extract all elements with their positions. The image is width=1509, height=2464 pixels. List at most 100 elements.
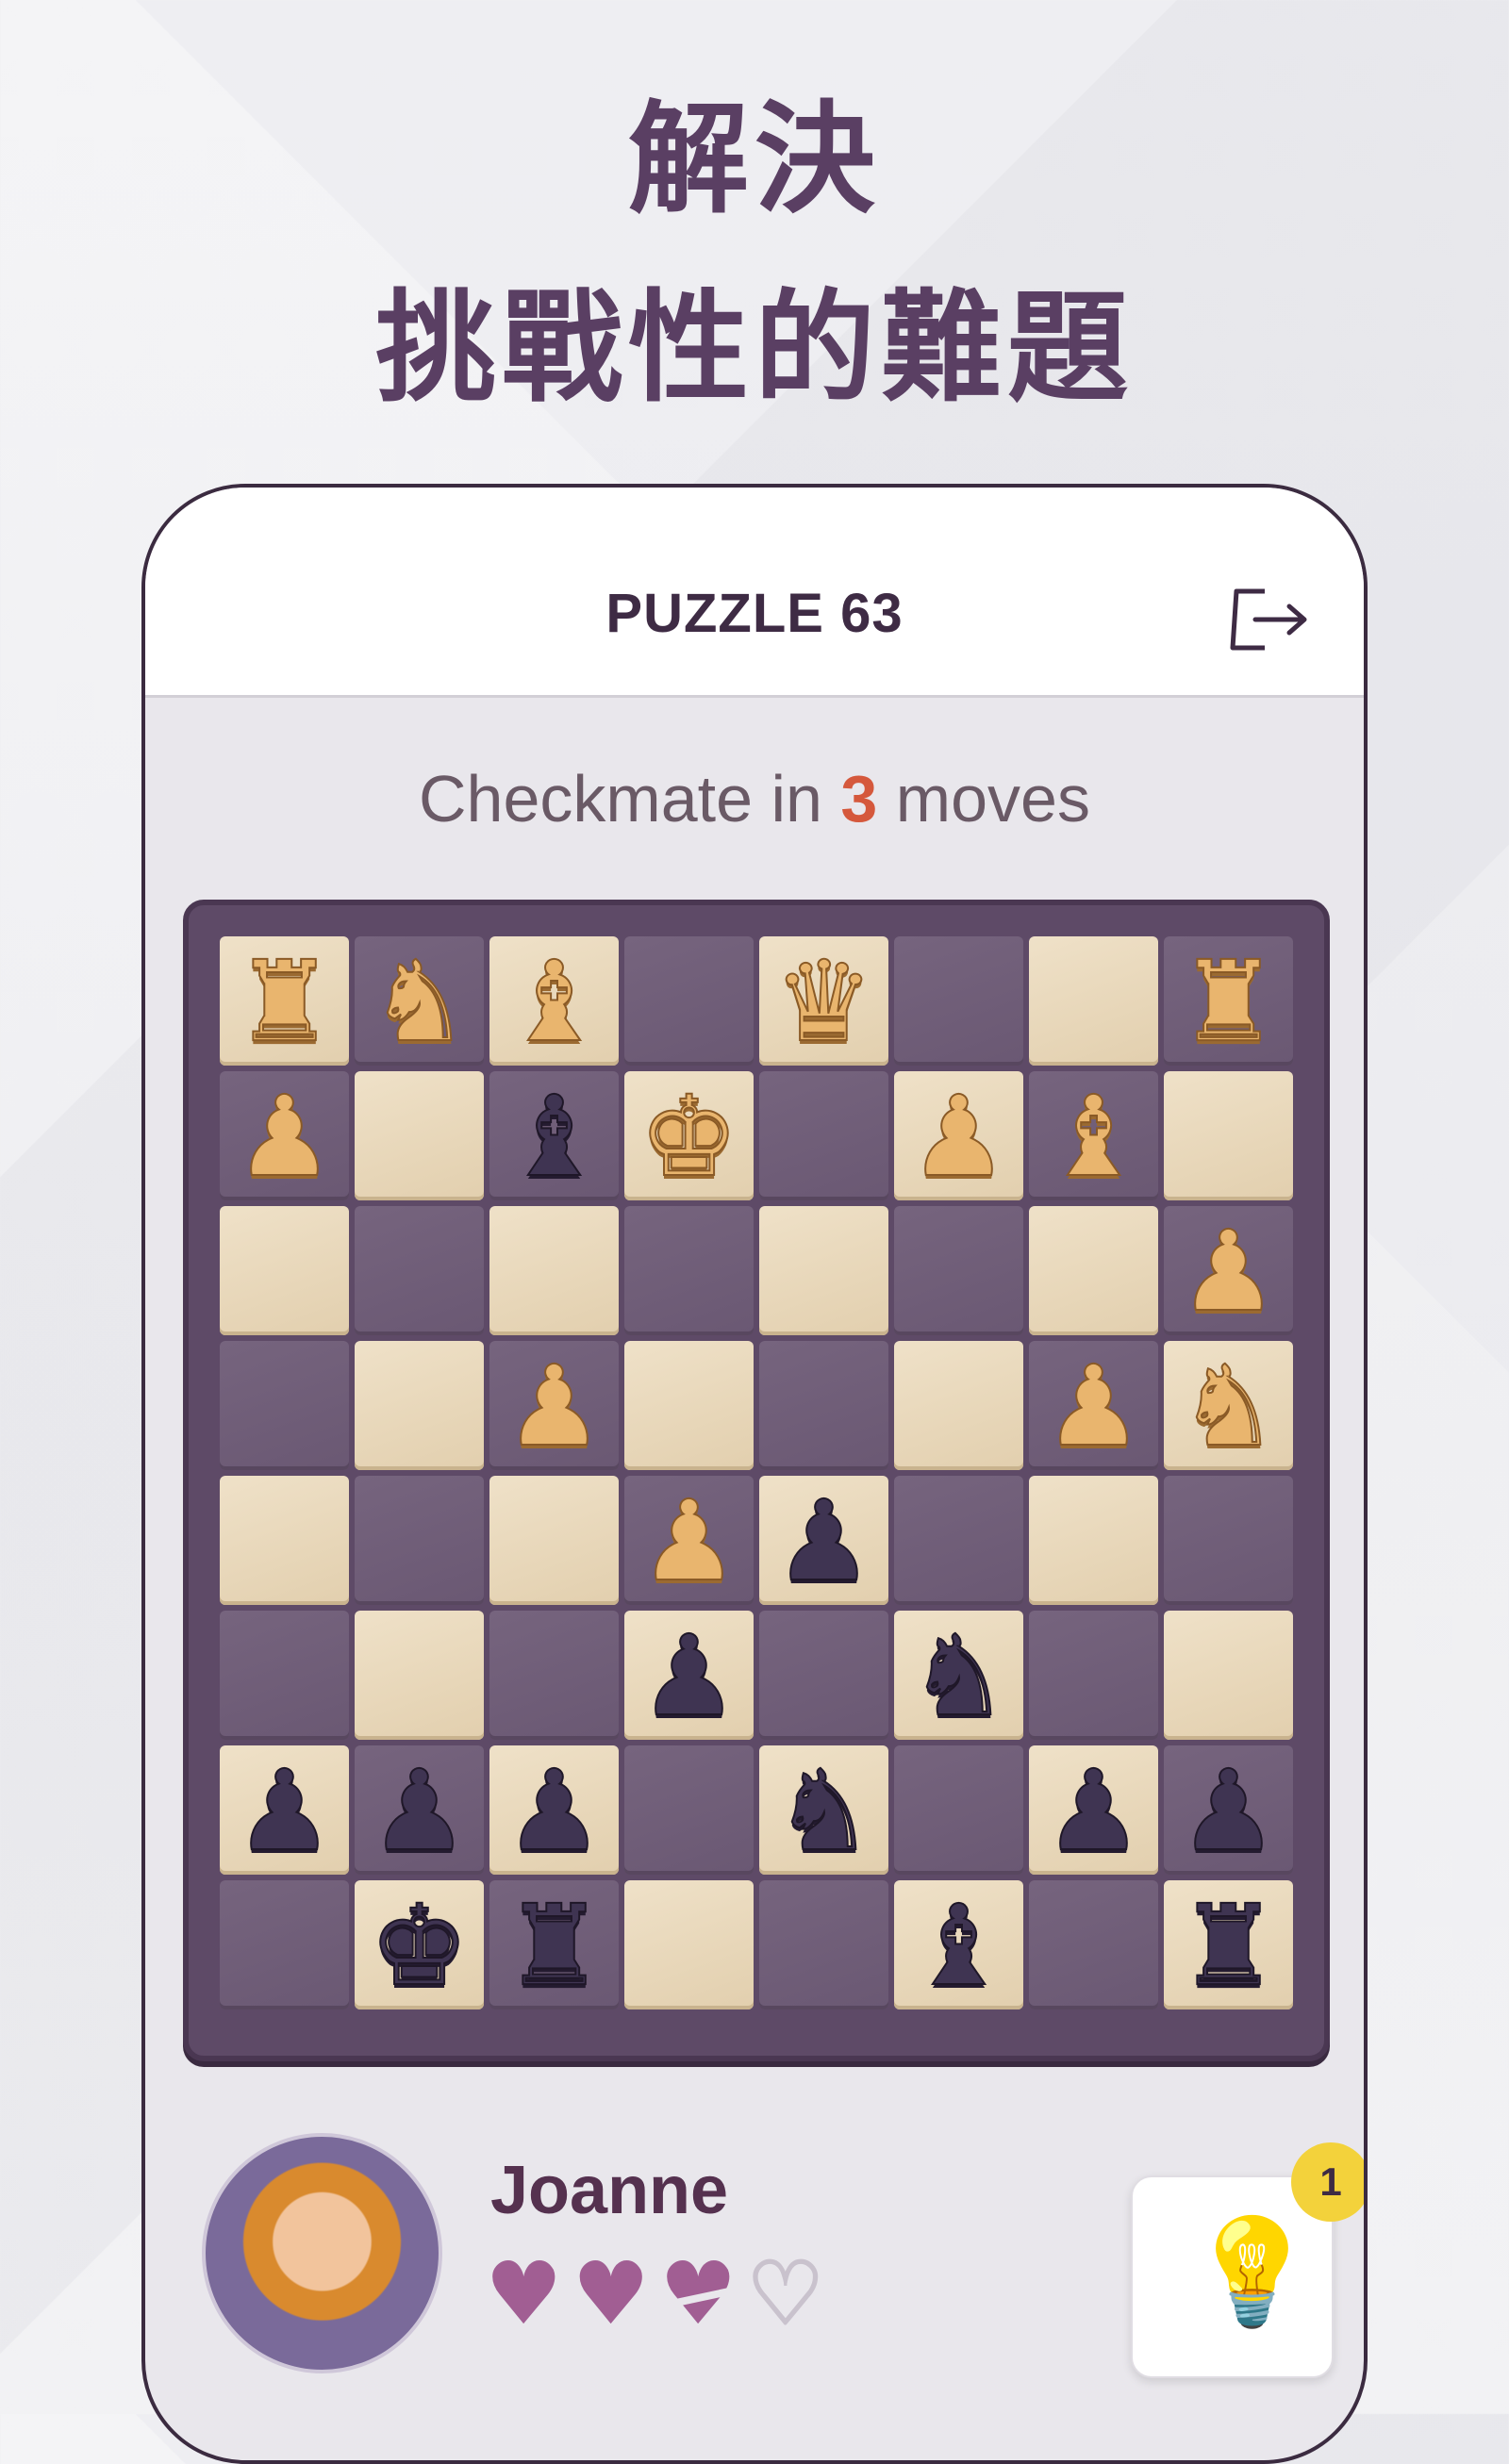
board-square[interactable]: ♞	[894, 1611, 1023, 1740]
board-square[interactable]	[624, 1341, 754, 1470]
white-knight-icon[interactable]: ♞	[1178, 1349, 1280, 1463]
board-square[interactable]: ♟	[1029, 1745, 1158, 1875]
board-square[interactable]	[894, 1206, 1023, 1335]
board-square[interactable]	[220, 1611, 349, 1740]
board-square[interactable]: ♟	[489, 1341, 619, 1470]
board-square[interactable]	[894, 936, 1023, 1066]
board-square[interactable]: ♟	[1029, 1341, 1158, 1470]
board-square[interactable]: ♜	[489, 1880, 619, 2009]
board-square[interactable]: ♟	[624, 1611, 754, 1740]
board-square[interactable]	[1029, 1206, 1158, 1335]
board-square[interactable]	[759, 1071, 888, 1200]
board-square[interactable]	[220, 1206, 349, 1335]
board-square[interactable]: ♟	[220, 1071, 349, 1200]
board-square[interactable]	[1029, 1611, 1158, 1740]
white-king-icon[interactable]: ♚	[638, 1080, 740, 1193]
black-rook-icon[interactable]: ♜	[1178, 1889, 1280, 2002]
board-square[interactable]: ♛	[759, 936, 888, 1066]
board-square[interactable]: ♞	[759, 1745, 888, 1875]
board-square[interactable]	[1029, 1476, 1158, 1605]
board-square[interactable]	[1029, 1880, 1158, 2009]
board-square[interactable]	[1029, 936, 1158, 1066]
white-bishop-icon[interactable]: ♝	[504, 945, 605, 1058]
board-square[interactable]: ♟	[1164, 1745, 1293, 1875]
lives-hearts: ♥ ♥ ♥ ♡	[485, 2243, 825, 2344]
headline-line-1: 解決	[627, 90, 881, 230]
black-pawn-icon[interactable]: ♟	[638, 1619, 740, 1732]
board-square[interactable]	[759, 1611, 888, 1740]
white-rook-icon[interactable]: ♜	[234, 945, 336, 1058]
board-square[interactable]: ♜	[1164, 936, 1293, 1066]
board-square[interactable]: ♟	[759, 1476, 888, 1605]
board-square[interactable]: ♟	[355, 1745, 484, 1875]
chess-board[interactable]: ♜ ♞ ♝ ♛ ♜ ♟ ♝ ♚ ♟ ♝ ♟ ♟ ♟ ♞ ♟ ♟ ♟ ♞ ♟ ♟ ♟ ♞ ♟ ♟ ♚ ♜ ♝ ♜	[217, 934, 1296, 2012]
board-square[interactable]	[759, 1341, 888, 1470]
black-knight-icon[interactable]: ♞	[908, 1619, 1010, 1732]
black-bishop-icon[interactable]: ♝	[908, 1889, 1010, 2002]
board-square[interactable]: ♟	[489, 1745, 619, 1875]
board-square[interactable]	[355, 1071, 484, 1200]
white-knight-icon[interactable]: ♞	[369, 945, 471, 1058]
board-square[interactable]	[220, 1341, 349, 1470]
board-square[interactable]: ♝	[489, 936, 619, 1066]
board-square[interactable]: ♟	[1164, 1206, 1293, 1335]
white-pawn-icon[interactable]: ♟	[638, 1484, 740, 1597]
board-square[interactable]: ♞	[355, 936, 484, 1066]
board-square[interactable]: ♝	[489, 1071, 619, 1200]
board-square[interactable]	[220, 1476, 349, 1605]
headline-line-2: 挑戰性的難題	[374, 278, 1134, 419]
white-pawn-icon[interactable]: ♟	[908, 1080, 1010, 1193]
board-square[interactable]	[624, 936, 754, 1066]
white-pawn-icon[interactable]: ♟	[1178, 1215, 1280, 1328]
board-square[interactable]	[220, 1880, 349, 2009]
board-square[interactable]	[355, 1341, 484, 1470]
board-square[interactable]	[624, 1206, 754, 1335]
black-pawn-icon[interactable]: ♟	[504, 1754, 605, 1867]
board-square[interactable]	[489, 1206, 619, 1335]
board-square[interactable]	[624, 1745, 754, 1875]
board-square[interactable]	[355, 1476, 484, 1605]
board-square[interactable]	[759, 1880, 888, 2009]
black-knight-icon[interactable]: ♞	[773, 1754, 875, 1867]
board-square[interactable]	[355, 1611, 484, 1740]
board-square[interactable]: ♜	[1164, 1880, 1293, 2009]
black-pawn-icon[interactable]: ♟	[1178, 1754, 1280, 1867]
white-pawn-icon[interactable]: ♟	[1043, 1349, 1145, 1463]
board-square[interactable]	[894, 1341, 1023, 1470]
black-pawn-icon[interactable]: ♟	[773, 1484, 875, 1597]
black-rook-icon[interactable]: ♜	[504, 1889, 605, 2002]
white-pawn-icon[interactable]: ♟	[234, 1080, 336, 1193]
board-square[interactable]	[624, 1880, 754, 2009]
heart-icon: ♥	[658, 2243, 738, 2344]
black-pawn-icon[interactable]: ♟	[1043, 1754, 1145, 1867]
white-bishop-icon[interactable]: ♝	[1043, 1080, 1145, 1193]
board-square[interactable]	[759, 1206, 888, 1335]
board-square[interactable]	[1164, 1611, 1293, 1740]
black-bishop-icon[interactable]: ♝	[504, 1080, 605, 1193]
board-square[interactable]	[355, 1206, 484, 1335]
board-square[interactable]	[489, 1476, 619, 1605]
board-square[interactable]: ♟	[894, 1071, 1023, 1200]
black-pawn-icon[interactable]: ♟	[369, 1754, 471, 1867]
board-square[interactable]: ♜	[220, 936, 349, 1066]
board-square[interactable]: ♝	[1029, 1071, 1158, 1200]
board-square[interactable]	[1164, 1476, 1293, 1605]
board-square[interactable]	[894, 1476, 1023, 1605]
hint-count-badge: 1	[1291, 2142, 1364, 2222]
board-square[interactable]: ♟	[220, 1745, 349, 1875]
board-square[interactable]: ♝	[894, 1880, 1023, 2009]
board-square[interactable]	[1164, 1071, 1293, 1200]
black-pawn-icon[interactable]: ♟	[234, 1754, 336, 1867]
black-king-icon[interactable]: ♚	[369, 1889, 471, 2002]
white-rook-icon[interactable]: ♜	[1178, 945, 1280, 1058]
white-queen-icon[interactable]: ♛	[773, 945, 875, 1058]
board-square[interactable]	[489, 1611, 619, 1740]
board-square[interactable]: ♚	[355, 1880, 484, 2009]
phone-frame: PUZZLE 63 Checkmate in 3 moves ♜ ♞ ♝ ♛ ♜ ♟ ♝ ♚ ♟…	[141, 484, 1368, 2464]
board-square[interactable]: ♞	[1164, 1341, 1293, 1470]
exit-icon[interactable]	[1227, 582, 1312, 657]
board-square[interactable]: ♚	[624, 1071, 754, 1200]
white-pawn-icon[interactable]: ♟	[504, 1349, 605, 1463]
board-square[interactable]: ♟	[624, 1476, 754, 1605]
board-square[interactable]	[894, 1745, 1023, 1875]
